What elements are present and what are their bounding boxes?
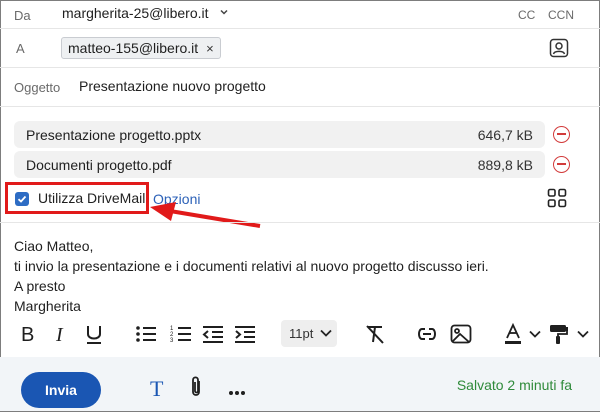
attachment-size: 889,8 kB — [477, 157, 533, 173]
bulleted-list-icon[interactable] — [135, 322, 157, 346]
from-address[interactable]: margherita-25@libero.it — [62, 5, 209, 21]
subject-label: Oggetto — [14, 80, 61, 95]
close-icon[interactable]: × — [206, 41, 214, 56]
divider — [0, 67, 600, 68]
message-line: Ciao Matteo, — [14, 238, 94, 254]
message-line: A presto — [14, 278, 66, 294]
attachment-name: Documenti progetto.pdf — [26, 157, 172, 173]
indent-icon[interactable] — [234, 322, 256, 346]
outdent-icon[interactable] — [202, 322, 224, 346]
attachment-name: Presentazione progetto.pptx — [26, 127, 202, 143]
annotation-arrow — [148, 199, 268, 238]
attachment-item[interactable]: Documenti progetto.pdf 889,8 kB — [14, 151, 545, 178]
svg-text:I: I — [55, 324, 64, 344]
chevron-down-icon[interactable] — [528, 322, 542, 346]
contacts-icon[interactable] — [549, 38, 569, 63]
attachment-size: 646,7 kB — [477, 127, 533, 143]
annotation-highlight-box — [5, 182, 149, 214]
attachment-item[interactable]: Presentazione progetto.pptx 646,7 kB — [14, 121, 545, 148]
to-label: A — [16, 41, 25, 56]
saved-status: Salvato 2 minuti fa — [456, 377, 572, 393]
clear-formatting-icon[interactable] — [364, 322, 386, 346]
message-line: ti invio la presentazione e i documenti … — [14, 258, 489, 274]
text-format-icon[interactable]: T — [148, 376, 168, 404]
subject-field[interactable]: Presentazione nuovo progetto — [79, 78, 266, 94]
svg-text:3: 3 — [170, 338, 174, 343]
image-icon[interactable] — [450, 322, 472, 346]
send-button[interactable]: Invia — [21, 372, 101, 408]
recipient-chip[interactable]: matteo-155@libero.it × — [61, 37, 221, 59]
remove-attachment-icon[interactable] — [553, 156, 570, 173]
divider — [0, 28, 600, 29]
remove-attachment-icon[interactable] — [553, 126, 570, 143]
attach-icon[interactable] — [188, 375, 204, 404]
chevron-down-icon — [319, 326, 333, 343]
recipient-address: matteo-155@libero.it — [68, 40, 199, 56]
text-color-icon[interactable] — [502, 322, 524, 346]
divider — [0, 222, 600, 223]
numbered-list-icon[interactable]: 1 2 3 — [170, 322, 192, 346]
apps-grid-icon[interactable] — [547, 188, 567, 213]
link-icon[interactable] — [416, 322, 438, 346]
more-options-icon[interactable] — [228, 383, 246, 401]
underline-icon[interactable] — [84, 322, 104, 346]
italic-icon[interactable]: I — [54, 322, 70, 346]
ccn-link[interactable]: CCN — [548, 8, 574, 22]
cc-link[interactable]: CC — [518, 8, 535, 22]
message-line: Margherita — [14, 298, 81, 314]
highlight-paint-icon[interactable] — [548, 322, 570, 346]
font-size-value: 11pt — [289, 326, 314, 341]
from-label: Da — [14, 8, 31, 23]
chevron-down-icon[interactable] — [218, 5, 230, 23]
bold-icon[interactable]: B — [20, 322, 38, 346]
svg-text:B: B — [21, 324, 34, 344]
svg-text:T: T — [150, 377, 164, 399]
font-size-select[interactable]: 11pt — [281, 320, 337, 347]
chevron-down-icon[interactable] — [576, 322, 590, 346]
divider — [0, 106, 600, 107]
